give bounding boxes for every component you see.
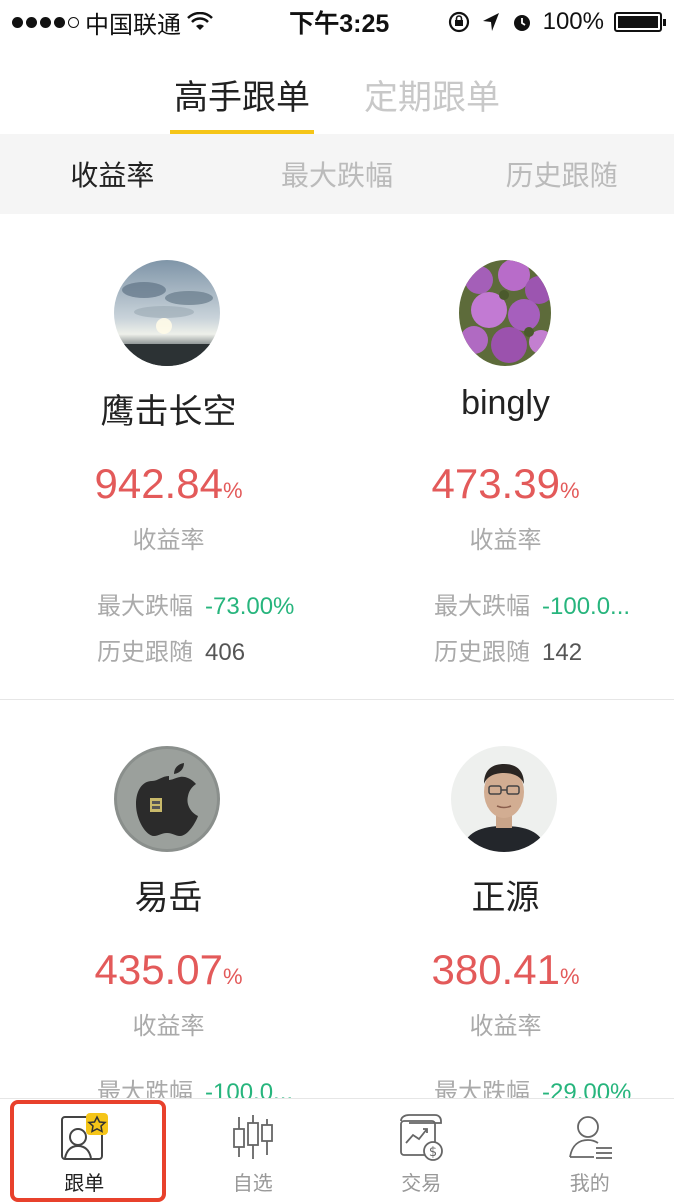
status-left: 中国联通: [12, 5, 262, 40]
max-drawdown-label: 最大跌幅: [97, 593, 193, 620]
battery-icon: [614, 12, 666, 32]
max-drawdown: 最大跌幅 -73.00%: [97, 586, 294, 621]
trade-chart-icon: $: [400, 1114, 444, 1161]
tab-watchlist[interactable]: 自选: [169, 1099, 338, 1202]
max-drawdown-label: 最大跌幅: [434, 593, 530, 620]
avatar: [114, 260, 220, 366]
location-arrow-icon: [482, 13, 499, 31]
tab-profile[interactable]: 我的: [506, 1099, 674, 1202]
max-drawdown-value: -100.0...: [542, 593, 631, 620]
sort-bar: 收益率 最大跌幅 历史跟随: [0, 134, 674, 214]
history-followers: 历史跟随 142: [434, 632, 582, 667]
return-rate-value: 473.39: [431, 460, 560, 507]
follow-star-user-icon: [61, 1113, 109, 1160]
signal-strength-icon: [12, 16, 79, 28]
history-followers-label: 历史跟随: [97, 639, 193, 666]
trader-name: bingly: [461, 384, 550, 422]
return-rate-value: 942.84: [94, 460, 223, 507]
tab-follow[interactable]: 跟单: [0, 1099, 169, 1202]
trader-card[interactable]: 鹰击长空 942.84% 收益率 最大跌幅 -73.00% 历史跟随 406: [0, 214, 337, 699]
history-followers-value: 142: [542, 639, 583, 666]
return-rate: 380.41%: [337, 946, 674, 994]
history-followers-value: 406: [205, 639, 246, 666]
tab-label: 自选: [232, 1173, 273, 1195]
trader-name: 正源: [471, 879, 540, 917]
bottom-tab-bar: 跟单 自选 $ 交易 我的: [0, 1098, 674, 1202]
return-rate-label: 收益率: [132, 1013, 205, 1040]
carrier-name: 中国联通: [85, 11, 181, 39]
svg-text:$: $: [429, 1145, 437, 1160]
history-followers: 历史跟随 406: [97, 632, 245, 667]
avatar: [114, 746, 220, 852]
tab-label: 我的: [569, 1173, 610, 1195]
return-rate-label: 收益率: [469, 527, 542, 554]
tab-label: 跟单: [64, 1173, 105, 1195]
trader-card[interactable]: bingly 473.39% 收益率 最大跌幅 -100.0... 历史跟随 142: [337, 214, 674, 699]
tab-periodic-follow[interactable]: 定期跟单: [364, 60, 500, 134]
trader-name: 易岳: [134, 879, 203, 917]
return-rate: 942.84%: [0, 460, 337, 508]
status-right: 100%: [447, 8, 666, 36]
tab-label: 交易: [401, 1173, 442, 1195]
return-rate-value: 435.07: [94, 946, 223, 993]
return-rate: 435.07%: [0, 946, 337, 994]
return-rate-value: 380.41: [431, 946, 560, 993]
return-rate-unit: %: [222, 964, 243, 989]
trader-grid: 鹰击长空 942.84% 收益率 最大跌幅 -73.00% 历史跟随 406 b…: [0, 214, 674, 1186]
candlestick-icon: [232, 1115, 273, 1159]
return-rate-label: 收益率: [469, 1013, 542, 1040]
alarm-icon: [513, 15, 530, 31]
battery-percent: 100%: [542, 8, 604, 35]
max-drawdown-value: -73.00%: [205, 593, 295, 620]
trader-row: 鹰击长空 942.84% 收益率 最大跌幅 -73.00% 历史跟随 406 b…: [0, 214, 674, 700]
sort-by-max-drawdown[interactable]: 最大跌幅: [225, 154, 450, 194]
profile-icon: [568, 1116, 612, 1159]
status-time: 下午3:25: [289, 10, 390, 38]
top-tabs: 高手跟单 定期跟单: [0, 60, 674, 134]
max-drawdown: 最大跌幅 -100.0...: [434, 586, 630, 621]
trader-name: 鹰击长空: [100, 393, 237, 431]
return-rate-label: 收益率: [132, 527, 205, 554]
avatar: [459, 260, 551, 366]
avatar: [451, 746, 557, 852]
tab-expert-follow[interactable]: 高手跟单: [170, 60, 314, 134]
wifi-icon: [187, 12, 213, 30]
sort-by-followers[interactable]: 历史跟随: [449, 154, 674, 194]
status-bar: 中国联通 下午3:25 100%: [0, 0, 674, 44]
return-rate-unit: %: [222, 478, 243, 503]
return-rate-unit: %: [559, 964, 580, 989]
rotation-lock-icon: [448, 11, 469, 33]
tab-trade[interactable]: $ 交易: [337, 1099, 506, 1202]
return-rate: 473.39%: [337, 460, 674, 508]
sort-by-return-rate[interactable]: 收益率: [0, 154, 225, 194]
return-rate-unit: %: [559, 478, 580, 503]
history-followers-label: 历史跟随: [434, 639, 530, 666]
